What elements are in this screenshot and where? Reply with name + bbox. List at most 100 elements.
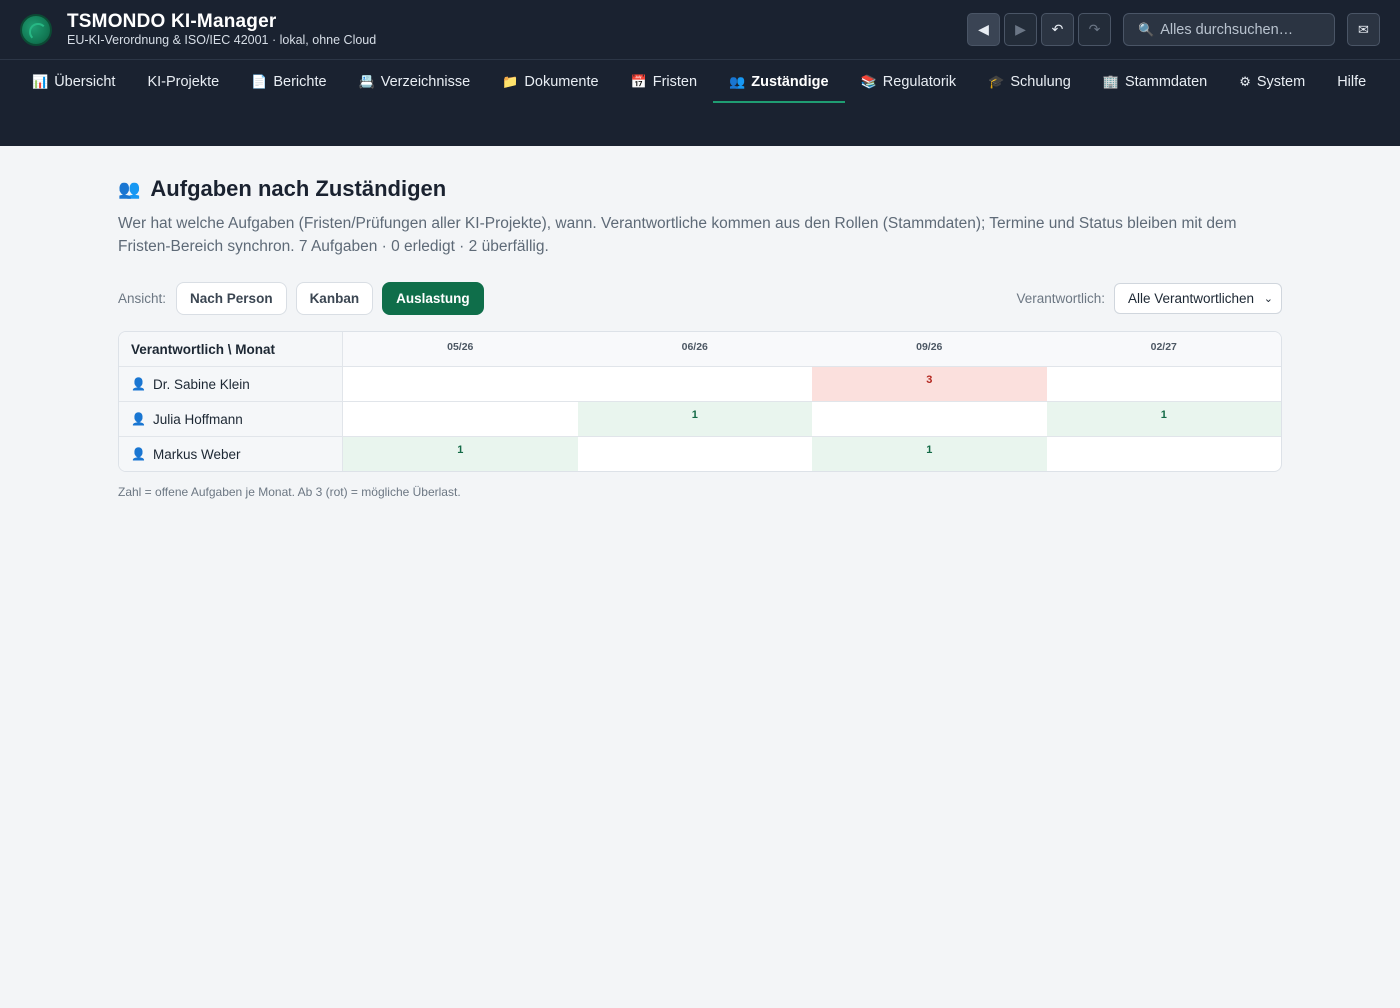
nav-item-label: Übersicht (54, 73, 116, 90)
back-button[interactable]: ◀ (967, 13, 1000, 46)
nav-icon: ⚙ (1239, 73, 1251, 89)
nav-item-label: Regulatorik (882, 73, 957, 90)
page-title: 👥 Aufgaben nach Zuständigen (118, 176, 1282, 202)
mail-icon: ✉ (1358, 21, 1369, 37)
matrix-header-row: Verantwortlich \ Monat 05/26 06/26 09/26 02/… (119, 332, 1281, 366)
responsible-person: 👤 Markus Weber (119, 437, 343, 471)
view-toolbar: Ansicht: Nach Person Kanban Auslastung Ver… (118, 282, 1282, 315)
nav-item-label: Verzeichnisse (380, 73, 471, 90)
workload-cell[interactable]: 1 (577, 402, 812, 436)
main-nav: 📊 Übersicht KI-Projekte 📄 Berichte 📇 Verzeichn… (0, 60, 1400, 146)
workload-cell[interactable]: 1 (1046, 402, 1281, 436)
nav-item-ki-projekte[interactable]: KI-Projekte (131, 60, 235, 103)
table-row: 👤 Julia Hoffmann 1 1 (119, 401, 1281, 436)
view-button-auslastung[interactable]: Auslastung (382, 282, 484, 315)
nav-item-übersicht[interactable]: 📊 Übersicht (16, 60, 131, 103)
workload-cell (1047, 437, 1282, 471)
responsible-select[interactable]: Alle Verantwortlichen ⌄ (1114, 283, 1282, 314)
responsible-filter: Verantwortlich: Alle Verantwortlichen ⌄ (1016, 283, 1282, 314)
nav-item-label: Dokumente (524, 73, 599, 90)
workload-cell (1047, 367, 1282, 401)
workload-cell (578, 437, 813, 471)
nav-icon: 🎓 (988, 73, 1005, 89)
table-row: 👤 Markus Weber 1 1 (119, 436, 1281, 471)
nav-item-berichte[interactable]: 📄 Berichte (235, 60, 342, 103)
workload-matrix: Verantwortlich \ Monat 05/26 06/26 09/26 02/… (118, 331, 1282, 472)
month-header: 06/26 (577, 332, 812, 366)
month-header: 05/26 (343, 332, 578, 366)
global-search-input[interactable]: 🔍 Alles durchsuchen… (1123, 13, 1335, 46)
workload-cell[interactable]: 3 (812, 367, 1047, 401)
person-name: Markus Weber (152, 446, 241, 462)
undo-button[interactable]: ↶ (1041, 13, 1074, 46)
app-header: TSMONDO KI-Manager EU-KI-Verordnung & IS… (0, 0, 1400, 60)
nav-item-label: KI-Projekte (147, 73, 220, 90)
top-actions: ◀ ▶ ↶ ↷ 🔍 Alles durchsuchen… ✉ (967, 13, 1380, 46)
nav-item-system[interactable]: ⚙ System (1223, 60, 1321, 103)
nav-item-hilfe[interactable]: Hilfe (1321, 60, 1382, 103)
nav-item-zuständige[interactable]: 👥 Zuständige (713, 60, 845, 103)
back-icon: ◀ (978, 21, 989, 37)
table-row: 👤 Dr. Sabine Klein 3 (119, 366, 1281, 401)
person-name: Julia Hoffmann (152, 411, 243, 427)
brand: TSMONDO KI-Manager EU-KI-Verordnung & IS… (67, 11, 376, 48)
app-logo (20, 13, 52, 46)
workload-cell (578, 367, 813, 401)
nav-icon: 📇 (358, 73, 375, 89)
person-icon: 👤 (131, 447, 146, 461)
nav-item-fristen[interactable]: 📅 Fristen (615, 60, 714, 103)
nav-item-label: System (1256, 73, 1306, 90)
forward-button[interactable]: ▶ (1004, 13, 1037, 46)
search-placeholder: Alles durchsuchen… (1160, 21, 1294, 38)
responsible-person: 👤 Julia Hoffmann (119, 402, 343, 436)
chevron-down-icon: ⌄ (1263, 293, 1273, 305)
matrix-corner-header: Verantwortlich \ Monat (119, 332, 343, 366)
view-button-nach-person[interactable]: Nach Person (176, 282, 287, 315)
main-content: 👥 Aufgaben nach Zuständigen Wer hat welc… (0, 146, 1400, 499)
person-name: Dr. Sabine Klein (152, 376, 250, 392)
nav-item-label: Berichte (273, 73, 327, 90)
responsible-select-value: Alle Verantwortlichen (1128, 291, 1255, 306)
month-header: 02/27 (1046, 332, 1281, 366)
nav-icon: 📅 (630, 73, 647, 89)
filter-label: Verantwortlich: (1016, 291, 1105, 306)
search-icon: 🔍 (1138, 21, 1155, 37)
view-label: Ansicht: (118, 291, 167, 306)
page-description: Wer hat welche Aufgaben (Fristen/Prüfung… (118, 215, 1237, 255)
workload-cell (343, 367, 578, 401)
nav-item-verzeichnisse[interactable]: 📇 Verzeichnisse (343, 60, 487, 103)
nav-item-label: Hilfe (1337, 73, 1367, 90)
nav-icon: 📁 (502, 73, 519, 89)
person-icon: 👤 (131, 377, 146, 391)
nav-item-label: Zuständige (751, 73, 829, 90)
view-switcher: Nach Person Kanban Auslastung (176, 282, 493, 315)
nav-item-label: Stammdaten (1124, 73, 1208, 90)
nav-icon: 📚 (860, 73, 877, 89)
nav-item-stammdaten[interactable]: 🏢 Stammdaten (1087, 60, 1223, 103)
workload-cell (343, 402, 578, 436)
nav-item-dokumente[interactable]: 📁 Dokumente (486, 60, 614, 103)
nav-icon: 🏢 (1102, 73, 1119, 89)
app-title: TSMONDO KI-Manager (67, 11, 277, 32)
nav-icon: 👥 (729, 73, 746, 89)
workload-cell[interactable]: 1 (343, 437, 578, 471)
redo-icon: ↷ (1088, 21, 1101, 37)
responsible-person: 👤 Dr. Sabine Klein (119, 367, 343, 401)
month-header: 09/26 (812, 332, 1047, 366)
people-icon: 👥 (118, 178, 141, 199)
person-icon: 👤 (131, 412, 146, 426)
workload-cell[interactable]: 1 (812, 437, 1047, 471)
matrix-legend-note: Zahl = offene Aufgaben je Monat. Ab 3 (r… (118, 485, 461, 499)
nav-item-label: Schulung (1010, 73, 1071, 90)
nav-icon: 📊 (32, 73, 49, 89)
view-button-kanban[interactable]: Kanban (295, 282, 374, 315)
app-subtitle: EU-KI-Verordnung & ISO/IEC 42001 · lokal… (67, 33, 377, 47)
nav-item-label: Fristen (652, 73, 698, 90)
nav-item-regulatorik[interactable]: 📚 Regulatorik (845, 60, 973, 103)
nav-icon: 📄 (251, 73, 268, 89)
page-title-text: Aufgaben nach Zuständigen (150, 176, 447, 201)
nav-item-schulung[interactable]: 🎓 Schulung (972, 60, 1087, 103)
mail-button[interactable]: ✉ (1347, 13, 1380, 46)
undo-icon: ↶ (1051, 21, 1064, 37)
redo-button[interactable]: ↷ (1078, 13, 1111, 46)
